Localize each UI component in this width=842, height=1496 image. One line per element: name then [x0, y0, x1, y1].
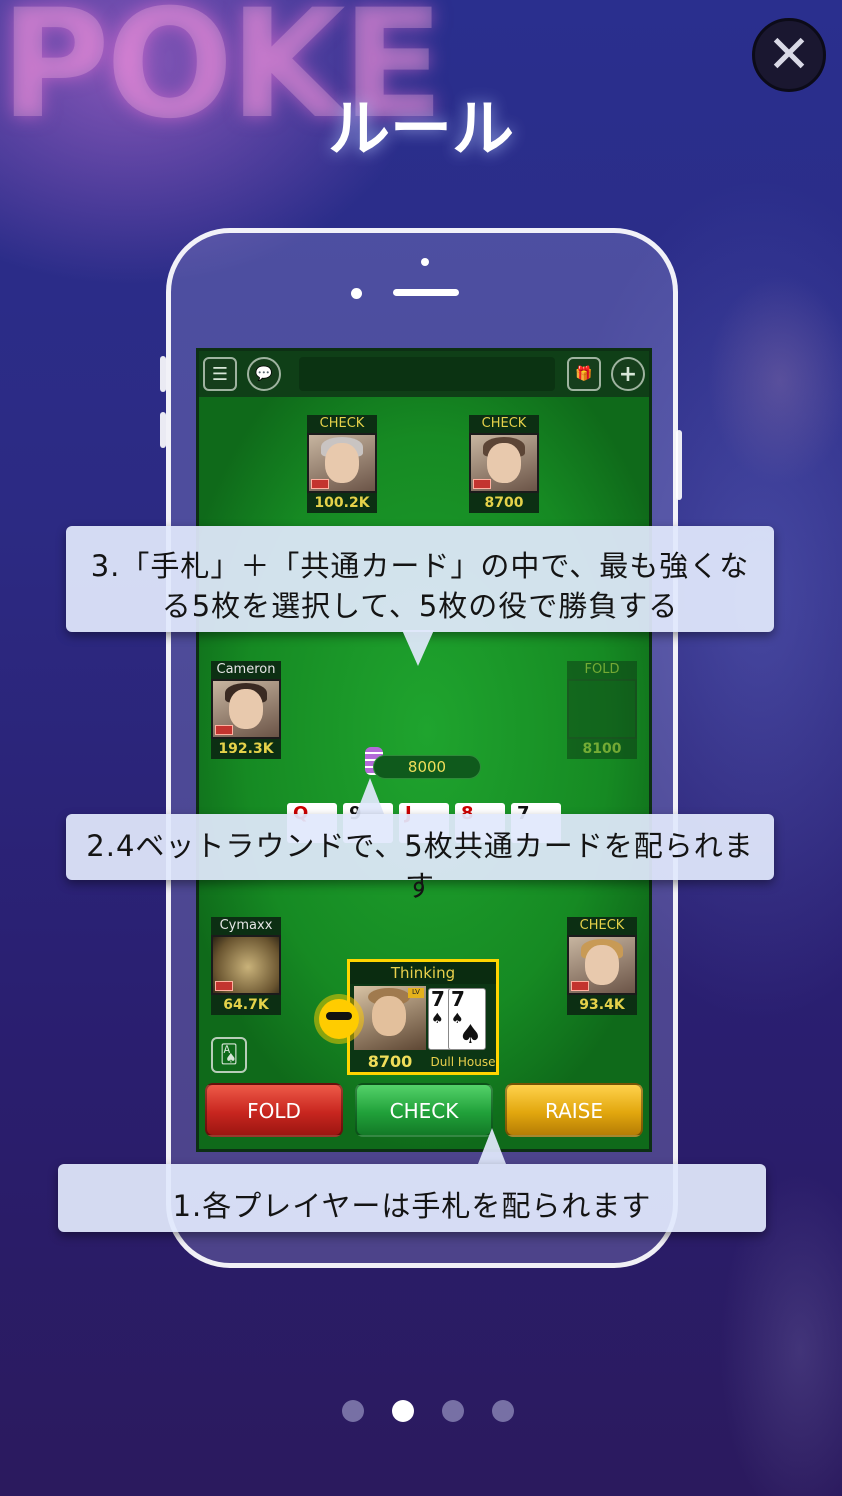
- avatar: [211, 679, 281, 739]
- seat-bottom-left[interactable]: Cymaxx 64.7K: [211, 917, 281, 1015]
- seat-name: Cymaxx: [211, 917, 281, 935]
- seat-status: CHECK: [567, 917, 637, 935]
- hero-seat[interactable]: Thinking LV 7 ♠ 7 ♠ ♠ 8700 Dull House: [347, 959, 499, 1075]
- page-dot-2[interactable]: [392, 1400, 414, 1422]
- seat-name: Cameron: [211, 661, 281, 679]
- seat-top-right[interactable]: CHECK 8700: [469, 415, 539, 513]
- seat-top-left[interactable]: CHECK 100.2K: [307, 415, 377, 513]
- phone-side-button: [160, 356, 166, 392]
- tooltip-step-1-pointer: [478, 1128, 506, 1164]
- seat-middle-right[interactable]: FOLD 8100: [567, 661, 637, 759]
- hand-name: Dull House: [430, 1055, 496, 1069]
- page-dot-1[interactable]: [342, 1400, 364, 1422]
- add-icon[interactable]: +: [611, 357, 645, 391]
- chat-icon[interactable]: 💬: [247, 357, 281, 391]
- game-screen: ☰ 💬 🎁 + CHECK 100.2K CHECK 8700 Cameron …: [196, 348, 652, 1152]
- tooltip-step-2-pointer: [356, 778, 384, 814]
- avatar: [211, 935, 281, 995]
- game-topbar: ☰ 💬 🎁 +: [199, 351, 649, 397]
- close-icon: ✕: [767, 25, 811, 85]
- raise-button[interactable]: RAISE: [505, 1083, 643, 1137]
- hand-ranking-icon[interactable]: 🂡: [211, 1037, 247, 1073]
- phone-speaker: [393, 289, 459, 296]
- hole-card: 7 ♠ ♠: [448, 988, 486, 1050]
- phone-side-button: [160, 412, 166, 448]
- background-character: [690, 180, 842, 780]
- fold-button[interactable]: FOLD: [205, 1083, 343, 1137]
- hero-status: Thinking: [350, 962, 496, 984]
- phone-sensor: [421, 258, 429, 266]
- seat-middle-left[interactable]: Cameron 192.3K: [211, 661, 281, 759]
- seat-chips: 64.7K: [211, 995, 281, 1015]
- tooltip-step-1-text: 1.各プレイヤーは手札を配られます: [172, 1189, 652, 1223]
- seat-status: CHECK: [469, 415, 539, 433]
- page-indicator: [342, 1400, 522, 1424]
- seat-chips: 8700: [469, 493, 539, 513]
- tooltip-step-2-text: 2.4ベットラウンドで、5枚共通カードを配られます: [86, 829, 754, 903]
- seat-chips: 192.3K: [211, 739, 281, 759]
- check-button[interactable]: CHECK: [355, 1083, 493, 1137]
- tooltip-step-3-pointer: [402, 630, 434, 666]
- emoji-sunglasses-icon: [319, 999, 359, 1039]
- tooltip-step-3-line-1: 3.「手札」＋「共通カード」の中で、最も強くな: [90, 549, 750, 583]
- seat-status: FOLD: [567, 661, 637, 679]
- topbar-center: [299, 357, 555, 391]
- seat-chips: 93.4K: [567, 995, 637, 1015]
- tooltip-step-3: 3.「手札」＋「共通カード」の中で、最も強くな る5枚を選択して、5枚の役で勝負…: [66, 526, 774, 632]
- menu-icon[interactable]: ☰: [203, 357, 237, 391]
- gift-icon[interactable]: 🎁: [567, 357, 601, 391]
- tooltip-step-1: 1.各プレイヤーは手札を配られます: [58, 1164, 766, 1232]
- avatar: [307, 433, 377, 493]
- seat-chips: 100.2K: [307, 493, 377, 513]
- avatar: [469, 433, 539, 493]
- hero-chips: 8700: [367, 1052, 413, 1071]
- seat-status: CHECK: [307, 415, 377, 433]
- page-dot-4[interactable]: [492, 1400, 514, 1422]
- seat-bottom-right[interactable]: CHECK 93.4K: [567, 917, 637, 1015]
- tooltip-step-2: 2.4ベットラウンドで、5枚共通カードを配られます: [66, 814, 774, 903]
- phone-camera: [351, 288, 362, 299]
- avatar: [567, 935, 637, 995]
- page-title: ルール: [327, 92, 514, 165]
- pot-amount: 8000: [373, 755, 481, 779]
- avatar: [567, 679, 637, 739]
- seat-chips: 8100: [567, 739, 637, 759]
- phone-side-button: [676, 430, 682, 500]
- tooltip-step-3-line-2: る5枚を選択して、5枚の役で勝負する: [161, 589, 679, 623]
- page-dot-3[interactable]: [442, 1400, 464, 1422]
- level-badge: LV: [408, 988, 424, 998]
